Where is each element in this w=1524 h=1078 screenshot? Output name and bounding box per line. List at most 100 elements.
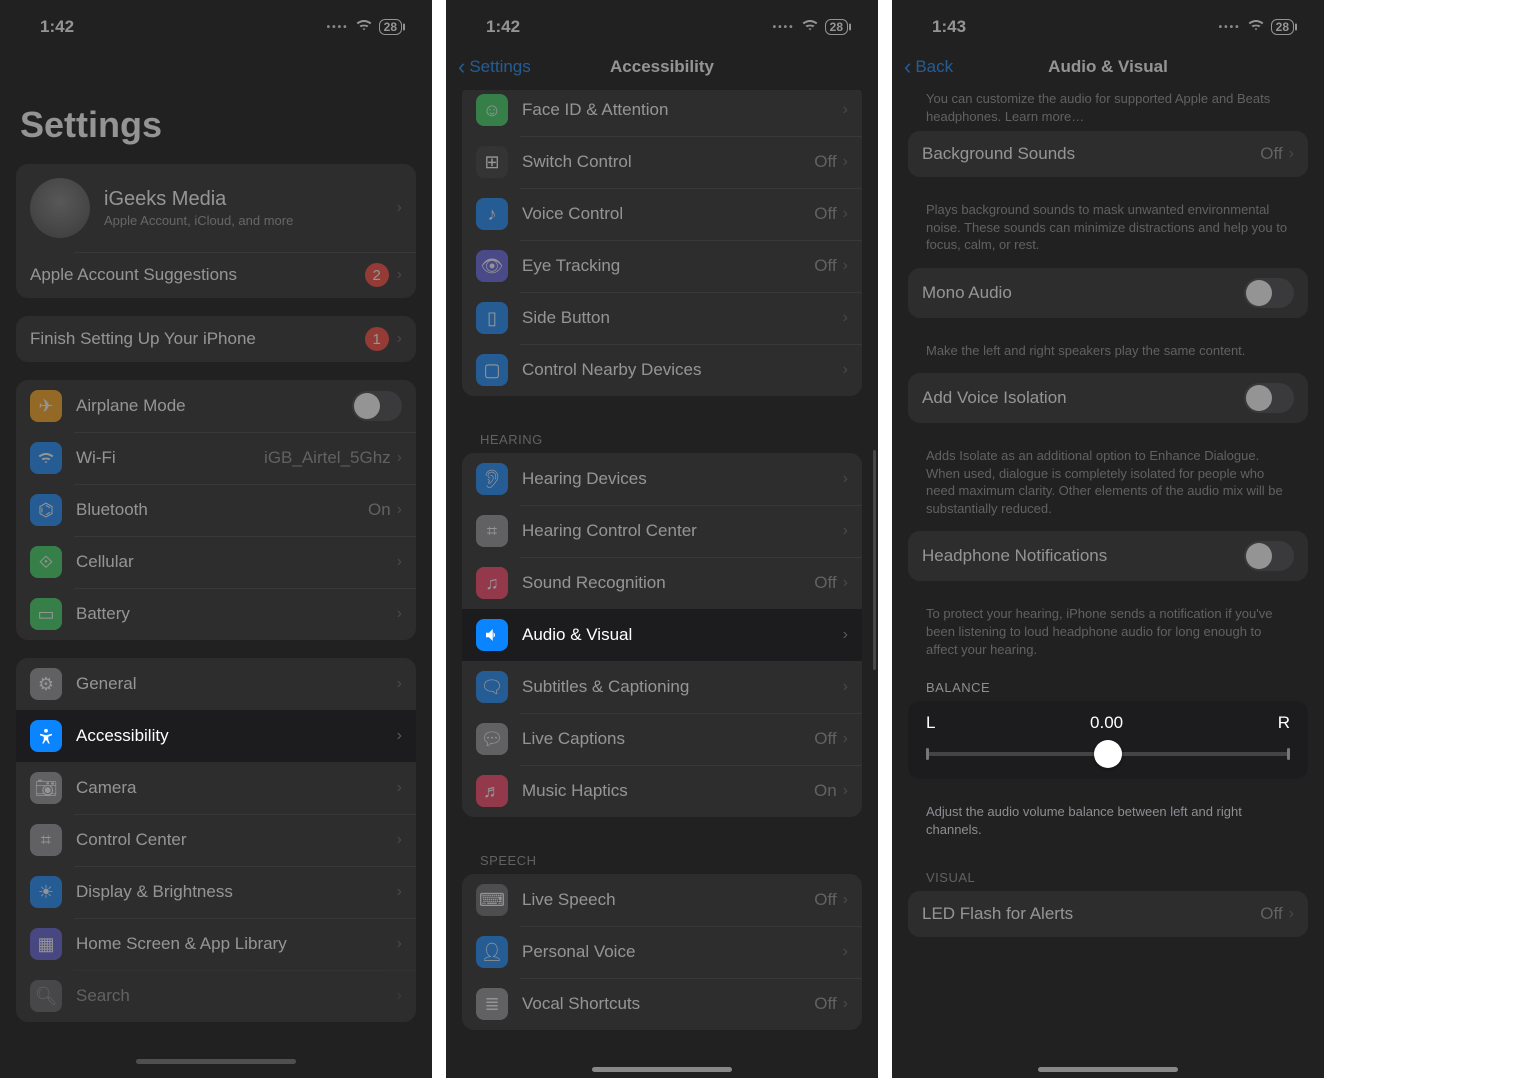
row-live-captions[interactable]: 💬︎ Live Captions Off › [462, 713, 862, 765]
chevron-left-icon: ‹ [458, 54, 465, 80]
finish-setup-card[interactable]: Finish Setting Up Your iPhone 1 › [16, 316, 416, 362]
switch-control-icon: ⊞ [476, 146, 508, 178]
learn-more-link[interactable]: Learn more… [1005, 109, 1084, 124]
physical-group: ☺︎ Face ID & Attention › ⊞ Switch Contro… [462, 90, 862, 396]
control-center-icon: ⌗ [30, 824, 62, 856]
hearing-cc-icon: ⌗ [476, 515, 508, 547]
wifi-icon [1247, 16, 1265, 38]
row-battery[interactable]: ▭ Battery › [16, 588, 416, 640]
row-control-center[interactable]: ⌗ Control Center › [16, 814, 416, 866]
slider-knob[interactable] [1094, 740, 1122, 768]
row-mono-audio[interactable]: Mono Audio [908, 268, 1308, 318]
row-home-screen[interactable]: ▦ Home Screen & App Library › [16, 918, 416, 970]
row-led-flash[interactable]: LED Flash for Alerts Off › [908, 891, 1308, 937]
airplane-toggle[interactable] [352, 391, 402, 421]
person-voice-icon: 👤︎ [476, 936, 508, 968]
row-wifi[interactable]: Wi-Fi iGB_Airtel_5Ghz › [16, 432, 416, 484]
row-search[interactable]: 🔍︎ Search › [16, 970, 416, 1022]
chevron-right-icon: › [397, 675, 402, 693]
chevron-right-icon: › [843, 309, 848, 327]
chevron-right-icon: › [843, 361, 848, 379]
row-live-speech[interactable]: ⌨︎ Live Speech Off › [462, 874, 862, 926]
row-background-sounds[interactable]: Background Sounds Off › [908, 131, 1308, 177]
headphone-accom-footer: You can customize the audio for supporte… [908, 90, 1308, 131]
screen-audio-visual: 1:43 •••• 28 ‹ Back Audio & Visual You c… [892, 0, 1324, 1078]
row-voice-isolation[interactable]: Add Voice Isolation [908, 373, 1308, 423]
home-indicator[interactable] [592, 1067, 732, 1072]
row-headphone-notifications[interactable]: Headphone Notifications [908, 531, 1308, 581]
chevron-right-icon: › [843, 626, 848, 644]
profile-name: iGeeks Media [104, 188, 397, 211]
row-sound-recognition[interactable]: ♫ Sound Recognition Off › [462, 557, 862, 609]
row-subtitles[interactable]: 🗨︎ Subtitles & Captioning › [462, 661, 862, 713]
row-side-button[interactable]: ▯ Side Button › [462, 292, 862, 344]
airplane-icon: ✈︎ [30, 390, 62, 422]
row-hearing-cc[interactable]: ⌗ Hearing Control Center › [462, 505, 862, 557]
ear-icon: 👂︎ [476, 463, 508, 495]
camera-icon: 📷︎ [30, 772, 62, 804]
balance-slider[interactable] [926, 739, 1290, 769]
chevron-right-icon: › [397, 727, 402, 745]
general-group: ⚙︎ General › Accessibility › 📷︎ Came [16, 658, 416, 1022]
speech-group: ⌨︎ Live Speech Off › 👤︎ Personal Voice ›… [462, 874, 862, 1030]
chevron-right-icon: › [843, 678, 848, 696]
row-airplane-mode[interactable]: ✈︎ Airplane Mode [16, 380, 416, 432]
voice-control-icon: ♪ [476, 198, 508, 230]
waveform-icon: ≣ [476, 988, 508, 1020]
screen-settings: 1:42 •••• 28 Settings iGeeks Media Apple… [0, 0, 432, 1078]
back-button[interactable]: ‹ Back [904, 54, 953, 80]
profile-sub: Apple Account, iCloud, and more [104, 213, 397, 228]
chevron-right-icon: › [843, 257, 848, 275]
row-audio-visual[interactable]: Audio & Visual › [462, 609, 862, 661]
profile-card[interactable]: iGeeks Media Apple Account, iCloud, and … [16, 164, 416, 298]
balance-value: 0.00 [935, 713, 1277, 733]
row-vocal-shortcuts[interactable]: ≣ Vocal Shortcuts Off › [462, 978, 862, 1030]
bluetooth-icon: ⌬ [30, 494, 62, 526]
sound-recognition-icon: ♫ [476, 567, 508, 599]
hp-notif-toggle[interactable] [1244, 541, 1294, 571]
home-indicator[interactable] [1038, 1067, 1178, 1072]
voice-iso-toggle[interactable] [1244, 383, 1294, 413]
row-accessibility[interactable]: Accessibility › [16, 710, 416, 762]
chevron-right-icon: › [397, 987, 402, 1005]
row-camera[interactable]: 📷︎ Camera › [16, 762, 416, 814]
row-switch-control[interactable]: ⊞ Switch Control Off › [462, 136, 862, 188]
row-control-nearby[interactable]: ▢ Control Nearby Devices › [462, 344, 862, 396]
apple-account-suggestions[interactable]: Apple Account Suggestions 2 › [16, 252, 416, 298]
row-eye-tracking[interactable]: 👁︎ Eye Tracking Off › [462, 240, 862, 292]
mono-toggle[interactable] [1244, 278, 1294, 308]
bg-sounds-footer: Plays background sounds to mask unwanted… [908, 195, 1308, 268]
scrollbar[interactable] [873, 450, 876, 670]
section-visual: VISUAL [908, 852, 1308, 891]
balance-footer: Adjust the audio volume balance between … [908, 797, 1308, 852]
avatar [30, 178, 90, 238]
row-hearing-devices[interactable]: 👂︎ Hearing Devices › [462, 453, 862, 505]
subtitles-icon: 🗨︎ [476, 671, 508, 703]
row-display-brightness[interactable]: ☀︎ Display & Brightness › [16, 866, 416, 918]
chevron-right-icon: › [843, 995, 848, 1013]
voice-iso-footer: Adds Isolate as an additional option to … [908, 441, 1308, 531]
row-music-haptics[interactable]: ♬ Music Haptics On › [462, 765, 862, 817]
back-button[interactable]: ‹ Settings [458, 54, 531, 80]
connectivity-group: ✈︎ Airplane Mode Wi-Fi iGB_Airtel_5Ghz ›… [16, 380, 416, 640]
row-voice-control[interactable]: ♪ Voice Control Off › [462, 188, 862, 240]
chevron-right-icon: › [397, 935, 402, 953]
eye-icon: 👁︎ [476, 250, 508, 282]
chevron-right-icon: › [397, 330, 402, 348]
status-bar: 1:43 •••• 28 [892, 0, 1324, 44]
chevron-right-icon: › [397, 501, 402, 519]
nearby-icon: ▢ [476, 354, 508, 386]
row-bluetooth[interactable]: ⌬ Bluetooth On › [16, 484, 416, 536]
status-time: 1:42 [40, 17, 74, 37]
row-general[interactable]: ⚙︎ General › [16, 658, 416, 710]
status-time: 1:42 [486, 17, 520, 37]
row-cellular[interactable]: ⟐ Cellular › [16, 536, 416, 588]
row-faceid[interactable]: ☺︎ Face ID & Attention › [462, 90, 862, 136]
chevron-right-icon: › [843, 101, 848, 119]
chevron-right-icon: › [843, 891, 848, 909]
accessibility-icon [30, 720, 62, 752]
status-bar: 1:42 •••• 28 [0, 0, 432, 44]
chevron-right-icon: › [1289, 145, 1294, 163]
row-personal-voice[interactable]: 👤︎ Personal Voice › [462, 926, 862, 978]
brightness-icon: ☀︎ [30, 876, 62, 908]
